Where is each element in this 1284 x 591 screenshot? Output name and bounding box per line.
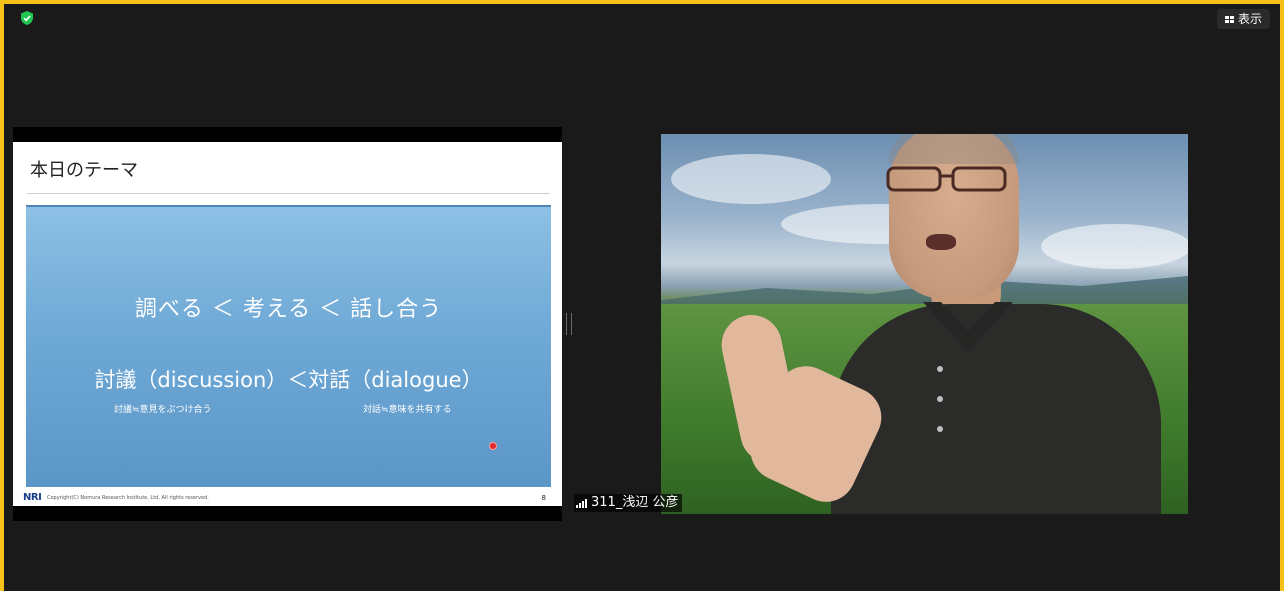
laser-pointer	[489, 442, 497, 450]
sky-cloud	[671, 154, 831, 204]
slide-note-left: 討議≒意見をぶつけ合う	[114, 405, 212, 415]
person-hair	[889, 134, 1019, 164]
participant-name-tag: 311_浅辺 公彦	[574, 494, 683, 512]
shirt-button	[937, 366, 943, 372]
slide-copyright: Copyright(C) Nomura Research Institute, …	[47, 495, 209, 501]
slide-note-right: 対話≒意味を共有する	[363, 405, 452, 415]
presentation-slide: 本日のテーマ 調べる ＜ 考える ＜ 話し合う 討議（discussion）＜対…	[13, 142, 562, 506]
participant-name: 311_浅辺 公彦	[591, 495, 679, 510]
view-button-label: 表示	[1237, 12, 1262, 26]
view-button[interactable]: 表示	[1216, 9, 1270, 29]
sky-cloud	[1041, 224, 1188, 269]
participant-video[interactable]	[661, 134, 1188, 514]
signal-bars-icon	[576, 498, 587, 508]
person-mouth	[926, 234, 956, 250]
nri-logo: NRI	[23, 492, 42, 503]
shield-check-icon[interactable]	[19, 10, 35, 26]
slide-second-line: 討議（discussion）＜対話（dialogue）	[94, 368, 483, 392]
slide-page-number: 8	[541, 494, 546, 502]
grid-view-icon	[1224, 15, 1234, 23]
shirt-button	[937, 396, 943, 402]
slide-content-box: 調べる ＜ 考える ＜ 話し合う 討議（discussion）＜対話（dialo…	[26, 205, 551, 487]
shirt-button	[937, 426, 943, 432]
slide-title: 本日のテーマ	[30, 160, 138, 181]
slide-footer: NRI Copyright(C) Nomura Research Institu…	[13, 490, 562, 506]
glasses	[886, 166, 1007, 192]
split-view-divider-handle[interactable]	[566, 313, 572, 335]
shared-screen[interactable]: 本日のテーマ 調べる ＜ 考える ＜ 話し合う 討議（discussion）＜対…	[13, 127, 562, 521]
slide-title-rule	[27, 193, 550, 194]
slide-main-line: 調べる ＜ 考える ＜ 話し合う	[134, 297, 443, 322]
